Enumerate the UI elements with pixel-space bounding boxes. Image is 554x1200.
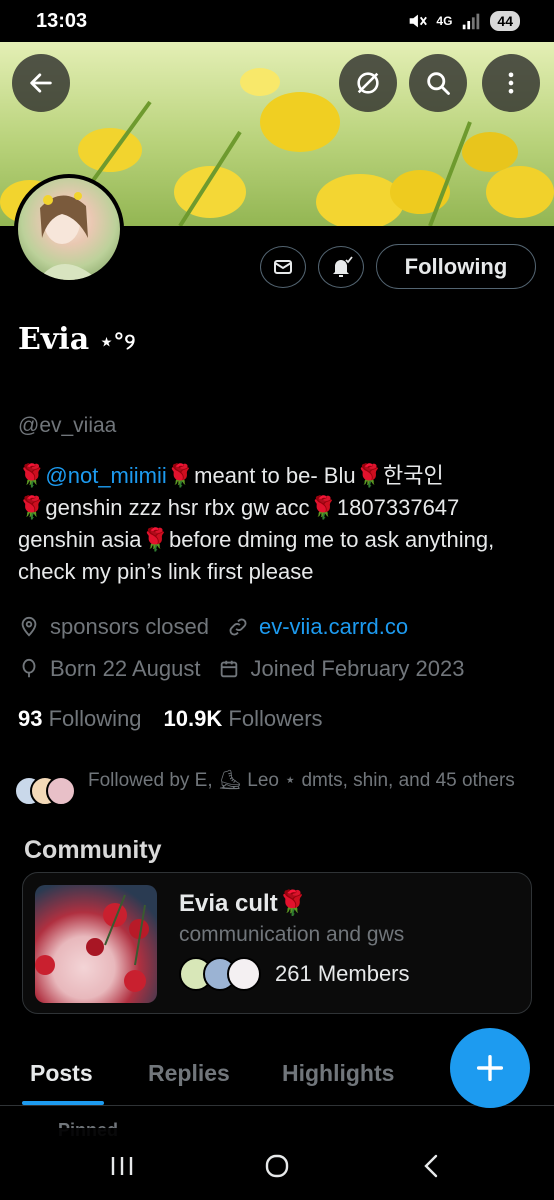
- back-button[interactable]: [12, 54, 70, 112]
- status-bar: 13:03 4G 44: [0, 0, 554, 42]
- bio-mention-link[interactable]: @not_miimii: [45, 463, 166, 488]
- chevron-left-icon: [424, 1154, 438, 1178]
- birthday-item: Born 22 August: [18, 656, 200, 682]
- rose-emoji: 🌹: [18, 495, 46, 520]
- compose-button[interactable]: [450, 1028, 530, 1108]
- bio-text: meant to be- Blu: [194, 463, 356, 488]
- more-button[interactable]: [482, 54, 540, 112]
- profile-bio: 🌹@not_miimii🌹meant to be- Blu🌹한국인 🌹gensh…: [18, 460, 538, 588]
- bio-text: 한국인: [383, 463, 444, 488]
- tab-replies[interactable]: Replies: [148, 1060, 230, 1087]
- home-circle-icon: [265, 1154, 289, 1178]
- location-pin-icon: [21, 616, 37, 637]
- joined-item: Joined February 2023: [218, 656, 464, 682]
- active-tab-indicator: [22, 1101, 104, 1105]
- profile-meta-row-1: sponsors closed ev-viia.carrd.co: [18, 614, 426, 640]
- avatar: [46, 776, 76, 806]
- rose-emoji: 🌹: [355, 463, 384, 488]
- following-count-link[interactable]: 93 Following: [18, 706, 142, 732]
- recent-apps-icon: [111, 1157, 133, 1175]
- followed-by-text[interactable]: Followed by E, ⛸ Leo ⋆ dmts, shin, and 4…: [88, 766, 528, 795]
- following-button[interactable]: Following: [376, 244, 536, 289]
- home-button[interactable]: [257, 1146, 297, 1186]
- bell-check-icon: [333, 256, 353, 277]
- grok-button[interactable]: [339, 54, 397, 112]
- recent-apps-button[interactable]: [102, 1146, 142, 1186]
- community-member-count: 261 Members: [275, 961, 410, 986]
- status-icons: 4G 44: [406, 10, 520, 32]
- signal-icon: [463, 13, 480, 30]
- search-icon: [427, 72, 450, 95]
- more-vertical-icon: [508, 72, 514, 94]
- avatar[interactable]: [14, 174, 124, 284]
- display-name: Evia ⋆°୨: [18, 322, 135, 357]
- bio-text: genshin zzz hsr rbx gw acc: [45, 495, 310, 520]
- website-item[interactable]: ev-viia.carrd.co: [227, 614, 408, 640]
- arrow-left-icon: [30, 73, 52, 93]
- avatar: [227, 957, 261, 991]
- mail-icon: [274, 260, 292, 274]
- user-handle: @ev_viiaa: [18, 414, 117, 437]
- followers-count-link[interactable]: 10.9K Followers: [164, 706, 323, 732]
- rose-emoji: 🌹: [141, 527, 169, 552]
- link-icon: [229, 618, 247, 636]
- community-name-text: Evia cult: [179, 890, 278, 917]
- nav-back-button[interactable]: [412, 1146, 452, 1186]
- rose-emoji: 🌹: [166, 463, 195, 488]
- community-roses-image: [35, 894, 149, 992]
- status-time: 13:03: [36, 10, 88, 32]
- battery-indicator: 44: [490, 11, 520, 31]
- avatar-image: [38, 192, 98, 280]
- notifications-button[interactable]: [318, 246, 364, 288]
- rose-emoji: 🌹: [18, 463, 46, 488]
- community-name: Evia cult🌹: [179, 889, 308, 918]
- grok-icon: [357, 72, 379, 94]
- followed-by-avatars[interactable]: [14, 766, 76, 806]
- message-button[interactable]: [260, 246, 306, 288]
- community-members: 261 Members: [179, 957, 410, 991]
- following-label: Following: [48, 706, 142, 731]
- followers-count: 10.9K: [163, 706, 223, 731]
- rose-emoji: 🌹: [309, 495, 337, 520]
- name-decoration: ⋆°୨: [99, 330, 136, 355]
- search-button[interactable]: [409, 54, 467, 112]
- display-name-text: Evia: [18, 322, 90, 357]
- following-count: 93: [18, 706, 43, 731]
- follow-counts: 93 Following 10.9K Followers: [18, 706, 323, 732]
- tab-posts[interactable]: Posts: [30, 1060, 93, 1087]
- tab-highlights[interactable]: Highlights: [282, 1060, 394, 1087]
- community-card[interactable]: Evia cult🌹 communication and gws 261 Mem…: [22, 872, 532, 1014]
- profile-meta-row-2: Born 22 August Joined February 2023: [18, 656, 482, 682]
- followers-label: Followers: [228, 706, 323, 731]
- birthday-text: Born 22 August: [50, 656, 201, 681]
- system-nav-bar: [0, 1128, 554, 1200]
- joined-text: Joined February 2023: [250, 656, 465, 681]
- balloon-icon: [22, 658, 36, 678]
- location-item: sponsors closed: [18, 614, 209, 640]
- community-image: [35, 885, 157, 1003]
- plus-icon: [476, 1054, 504, 1082]
- network-label: 4G: [436, 14, 453, 28]
- community-section-title: Community: [24, 836, 162, 864]
- website-link[interactable]: ev-viia.carrd.co: [259, 614, 408, 640]
- mute-icon: [410, 14, 428, 28]
- community-description: communication and gws: [179, 923, 405, 946]
- calendar-icon: [221, 660, 238, 678]
- rose-emoji: 🌹: [277, 890, 308, 917]
- location-text: sponsors closed: [50, 614, 209, 639]
